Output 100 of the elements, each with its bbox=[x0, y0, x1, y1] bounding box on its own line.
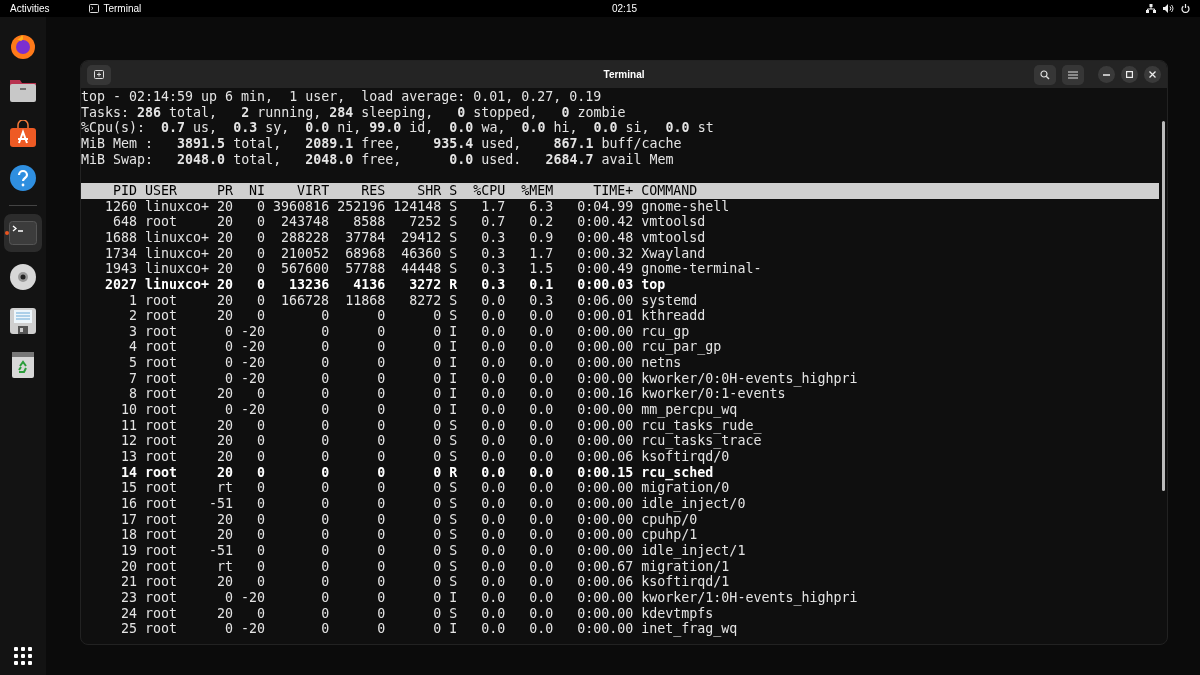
table-cell-text: 0:00.00 bbox=[576, 402, 634, 418]
table-cell-text: 0.0 bbox=[528, 339, 554, 356]
table-cell-text: 0 bbox=[256, 245, 266, 262]
table-cell-text: I bbox=[448, 339, 458, 356]
table-cell-text: kworker/1:0H-events_highpri bbox=[640, 590, 859, 606]
table-cell-text: 0.0 bbox=[480, 511, 506, 528]
table-cell-text: S bbox=[448, 198, 458, 215]
table-cell-text: 0:00.42 bbox=[576, 214, 634, 230]
app-menu-label[interactable]: Terminal bbox=[103, 1, 142, 16]
table-cell-text: 19 bbox=[120, 543, 138, 559]
table-cell-text: S bbox=[448, 558, 458, 575]
table-cell-text: 0 bbox=[432, 621, 442, 637]
table-cell-text: 0.0 bbox=[528, 323, 554, 340]
minimize-icon bbox=[1103, 73, 1110, 76]
table-cell-text: 0 bbox=[432, 574, 442, 590]
table-cell-text: 0:00.03 bbox=[576, 276, 634, 293]
table-cell-text: S bbox=[448, 480, 458, 497]
table-cell-text: 0.3 bbox=[480, 245, 506, 262]
table-cell-text: 124148 bbox=[392, 198, 442, 215]
table-cell-text: netns bbox=[640, 355, 683, 371]
search-button[interactable] bbox=[1034, 64, 1056, 85]
table-cell-text: 0.0 bbox=[480, 292, 506, 309]
table-cell-text: ksoftirqd/1 bbox=[640, 574, 731, 590]
column-header: TIME+ bbox=[592, 182, 634, 199]
table-cell-text: vmtoolsd bbox=[640, 214, 707, 230]
table-cell-text: 0 bbox=[320, 621, 330, 637]
table-cell-text: 20 bbox=[216, 511, 234, 528]
search-icon bbox=[1040, 69, 1050, 80]
table-cell-text: ksoftirqd/0 bbox=[640, 449, 731, 465]
table-cell-text: 2027 bbox=[104, 276, 138, 293]
table-cell-text: -20 bbox=[240, 621, 266, 637]
table-cell-text: 0.0 bbox=[480, 449, 506, 465]
close-button[interactable] bbox=[1144, 66, 1161, 83]
table-cell-text: 37784 bbox=[344, 229, 386, 246]
table-cell-text: 0:00.00 bbox=[576, 496, 634, 512]
table-cell-text: 0.0 bbox=[528, 449, 554, 465]
column-header: USER bbox=[144, 182, 179, 199]
table-cell-text: 0 bbox=[224, 370, 234, 387]
table-cell-text: root bbox=[144, 323, 179, 340]
table-cell-text: root bbox=[144, 527, 179, 543]
table-cell-text: 0 bbox=[376, 527, 386, 543]
network-icon[interactable] bbox=[1146, 4, 1156, 13]
scroll-bar[interactable] bbox=[1161, 121, 1165, 491]
volume-icon[interactable] bbox=[1163, 4, 1174, 13]
new-tab-button[interactable] bbox=[87, 64, 111, 85]
table-cell-text: 0 bbox=[432, 417, 442, 434]
table-cell-text: 57788 bbox=[344, 261, 386, 277]
table-cell-text: 24 bbox=[120, 605, 138, 622]
table-cell-text: 0.0 bbox=[528, 621, 554, 637]
table-cell-text: 0 bbox=[256, 214, 266, 230]
power-icon[interactable] bbox=[1181, 4, 1190, 13]
table-cell-text: -20 bbox=[240, 370, 266, 387]
table-cell-text: 0 bbox=[376, 621, 386, 637]
column-header: PID bbox=[112, 182, 138, 199]
table-cell-text: 1260 bbox=[104, 198, 138, 215]
table-cell-text: 0 bbox=[256, 417, 266, 434]
table-cell-text: linuxco+ bbox=[144, 276, 210, 293]
table-cell-text: 0.0 bbox=[528, 417, 554, 434]
table-cell-text: 0:04.99 bbox=[576, 198, 634, 215]
table-cell-text: S bbox=[448, 261, 458, 277]
table-cell-text: 1688 bbox=[104, 229, 138, 246]
column-header: S bbox=[448, 182, 458, 199]
table-cell-text: 0 bbox=[432, 527, 442, 543]
table-cell-text: 11868 bbox=[344, 292, 386, 309]
menu-button[interactable] bbox=[1062, 64, 1084, 85]
table-cell-text: 7252 bbox=[408, 214, 442, 230]
table-cell-text: 0.0 bbox=[480, 558, 506, 575]
table-cell-text: 0 bbox=[432, 370, 442, 387]
activities-button[interactable]: Activities bbox=[10, 1, 50, 16]
table-cell-text: 0:00.48 bbox=[576, 229, 634, 246]
table-cell-text: vmtoolsd bbox=[640, 229, 707, 246]
table-cell-text: 0.0 bbox=[528, 370, 554, 387]
terminal-icon bbox=[9, 221, 37, 245]
maximize-button[interactable] bbox=[1121, 66, 1138, 83]
table-cell-text: 0:00.49 bbox=[576, 261, 634, 277]
table-cell-text: 0.0 bbox=[528, 355, 554, 371]
table-cell-text: 0.0 bbox=[480, 574, 506, 590]
table-cell-text: 0:00.16 bbox=[576, 386, 634, 403]
table-cell-text: 3960816 bbox=[272, 198, 330, 215]
table-cell-text: 0 bbox=[432, 480, 442, 497]
table-cell-text: cpuhp/1 bbox=[640, 527, 699, 543]
table-cell-text: root bbox=[144, 433, 179, 450]
summary-line: Tasks: 286 total, 2 running, 284 sleeping, 0 stopped, 0 zombie bbox=[81, 104, 626, 121]
table-cell-text: 0 bbox=[256, 308, 266, 324]
table-cell-text: 20 bbox=[216, 574, 234, 590]
clock[interactable]: 02:15 bbox=[612, 1, 638, 16]
table-cell-text: 0 bbox=[432, 339, 442, 356]
app-grid-icon[interactable] bbox=[14, 647, 32, 665]
table-cell-text: 0 bbox=[320, 339, 330, 356]
table-cell-text: 0.0 bbox=[480, 370, 506, 387]
table-cell-text: 567600 bbox=[280, 261, 330, 277]
table-cell-text: kworker/0:1-events bbox=[640, 386, 786, 403]
table-cell-text: 0 bbox=[256, 605, 266, 622]
table-cell-text: -20 bbox=[240, 590, 266, 606]
table-cell-text: S bbox=[448, 292, 458, 309]
table-cell-text: 0 bbox=[432, 558, 442, 575]
table-cell-text: 0.7 bbox=[480, 214, 506, 230]
table-cell-text: root bbox=[144, 558, 179, 575]
minimize-button[interactable] bbox=[1098, 66, 1115, 83]
table-cell-text: S bbox=[448, 433, 458, 450]
